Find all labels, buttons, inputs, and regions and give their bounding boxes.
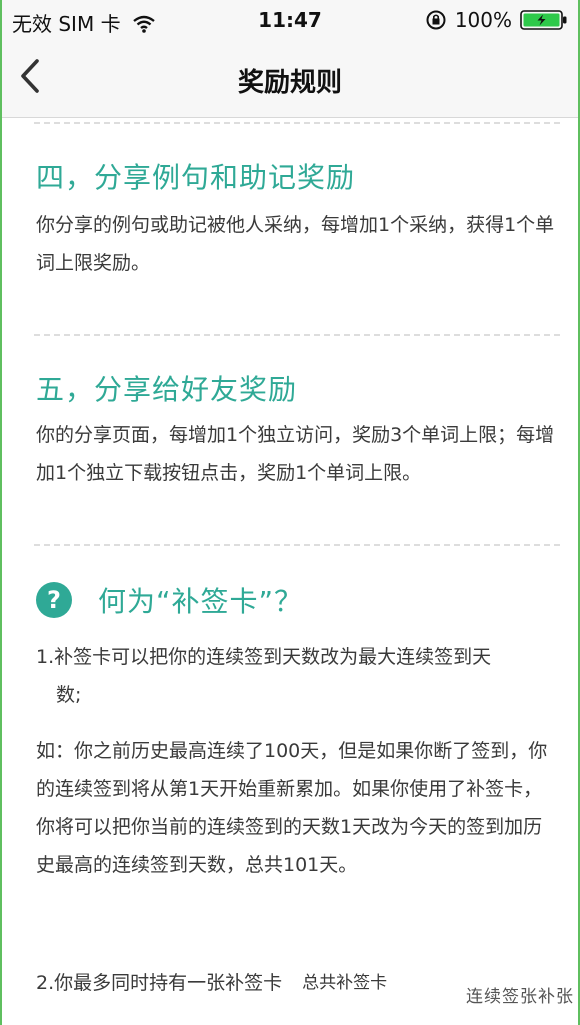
- page-title: 奖励规则: [237, 68, 342, 98]
- divider: [34, 544, 560, 546]
- overlay-caption: 连续签张补张: [466, 987, 574, 1007]
- orientation-lock-icon: [425, 9, 447, 31]
- navigation-bar: 奖励规则: [0, 40, 580, 118]
- section-heading-share-friends: 五，分享给好友奖励: [36, 373, 298, 406]
- status-right: 100%: [425, 8, 568, 32]
- faq-heading: ? 何为“补签卡”？: [36, 580, 303, 620]
- faq-item-1: 1.补签卡可以把你的连续签到天数改为最大连续签到天 数;: [36, 638, 558, 714]
- battery-icon: [520, 10, 568, 30]
- rules-content: 四，分享例句和助记奖励 你分享的例句或助记被他人采纳，每增加1个采纳，获得1个单…: [0, 118, 580, 1025]
- faq-title: 何为“补签卡”？: [98, 585, 304, 618]
- divider: [34, 334, 560, 336]
- faq-item-1-line-2: 数;: [56, 684, 82, 706]
- faq-item-2-extra: 总共补签卡: [302, 973, 388, 993]
- battery-percent: 100%: [454, 8, 512, 32]
- divider: [34, 122, 560, 124]
- question-icon: ?: [36, 582, 72, 618]
- faq-item-1-line-1: 1.补签卡可以把你的连续签到天数改为最大连续签到天: [36, 646, 492, 668]
- faq-example: 如：你之前历史最高连续了100天，但是如果你断了签到，你的连续签到将从第1天开始…: [36, 740, 548, 876]
- section-heading-share-examples: 四，分享例句和助记奖励: [36, 161, 356, 194]
- status-bar: 无效 SIM 卡 11:47 100%: [0, 0, 580, 40]
- faq-item-2-text: 2.你最多同时持有一张补签卡: [36, 972, 283, 994]
- section-body-share-examples: 你分享的例句或助记被他人采纳，每增加1个采纳，获得1个单词上限奖励。: [36, 214, 555, 274]
- section-body-share-friends: 你的分享页面，每增加1个独立访问，奖励3个单词上限；每增加1个独立下载按钮点击，…: [36, 424, 555, 484]
